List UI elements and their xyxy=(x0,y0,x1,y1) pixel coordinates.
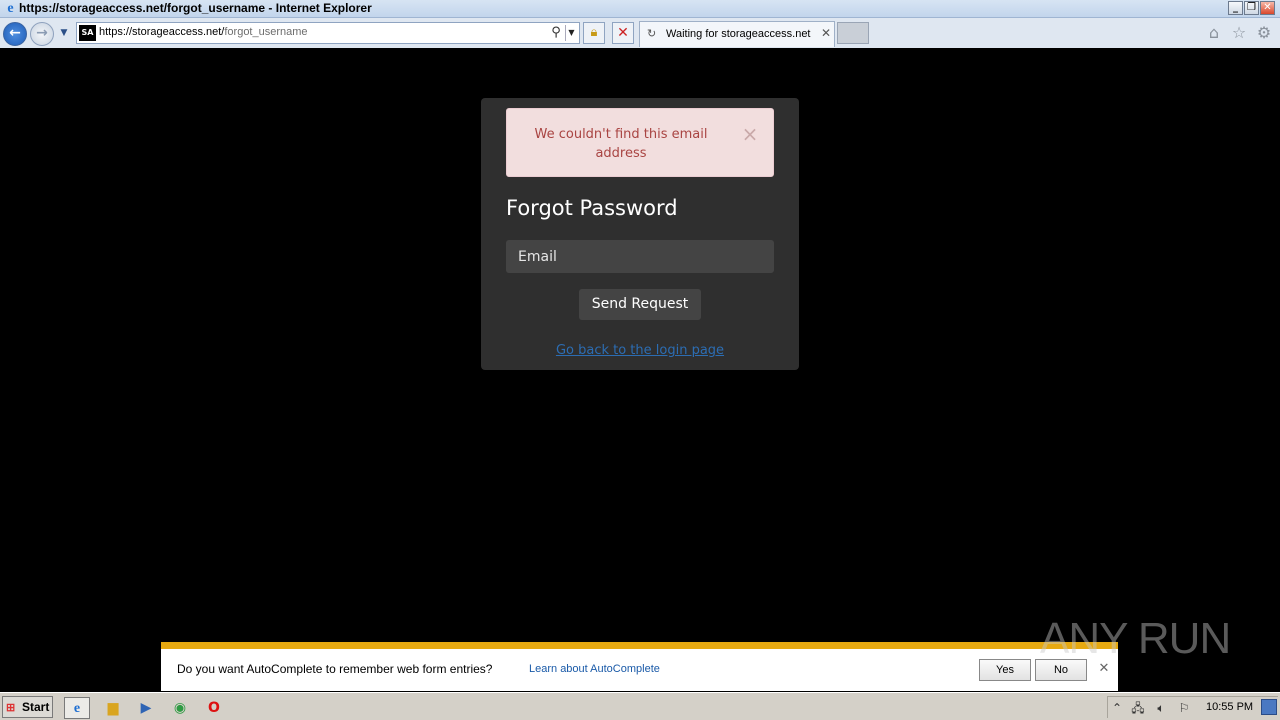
url-text[interactable]: https://storageaccess.net/forgot_usernam… xyxy=(99,26,308,38)
url-host: https://storageaccess.net/ xyxy=(99,26,225,38)
favorites-star-icon[interactable]: ☆ xyxy=(1230,24,1248,42)
taskbar-folder-icon[interactable]: ▆ xyxy=(100,697,126,719)
email-field[interactable] xyxy=(506,240,774,273)
window-title: https://storageaccess.net/forgot_usernam… xyxy=(19,1,372,15)
clock[interactable]: 10:55 PM xyxy=(1206,701,1253,713)
watermark-logo: ANY RUN xyxy=(1040,614,1231,663)
network-icon[interactable]: 🖧︎ xyxy=(1130,699,1146,717)
alert-message: We couldn't find this email address xyxy=(534,127,708,161)
url-path: forgot_username xyxy=(224,26,308,38)
system-tray: ⌃ 🖧︎ 🔈︎ ⚐ 10:55 PM xyxy=(1107,696,1278,718)
autocomplete-yes-button[interactable]: Yes xyxy=(979,659,1031,681)
taskbar-media-player-icon[interactable]: ▶ xyxy=(133,697,159,719)
show-desktop-button[interactable] xyxy=(1261,699,1277,715)
page-viewport: We couldn't find this email address × Fo… xyxy=(0,48,1280,690)
volume-icon[interactable]: 🔈︎ xyxy=(1153,699,1169,717)
window-titlebar: e https://storageaccess.net/forgot_usern… xyxy=(0,0,1280,18)
arrow-left-icon: ← xyxy=(9,25,21,41)
history-dropdown-button[interactable]: ▼ xyxy=(58,26,70,40)
home-icon[interactable]: ⌂ xyxy=(1205,24,1223,42)
start-button[interactable]: ⊞ Start xyxy=(2,696,53,718)
lock-icon: 🔒︎ xyxy=(590,25,598,40)
forgot-password-card: We couldn't find this email address × Fo… xyxy=(481,98,799,370)
anyrun-watermark: ANY RUN xyxy=(1040,608,1235,672)
taskbar-opera-icon[interactable]: O xyxy=(201,697,227,719)
close-icon: ✕ xyxy=(617,25,629,41)
maximize-button[interactable]: ❐ xyxy=(1244,1,1259,15)
forward-button[interactable]: → xyxy=(30,22,54,46)
back-button[interactable]: ← xyxy=(3,22,27,46)
send-request-button[interactable]: Send Request xyxy=(579,289,701,320)
learn-autocomplete-link[interactable]: Learn about AutoComplete xyxy=(529,663,660,675)
stop-button[interactable]: ✕ xyxy=(612,22,634,44)
taskbar: ⊞ Start e ▆ ▶ ◉ O ⌃ 🖧︎ 🔈︎ ⚐ 10:55 PM xyxy=(0,692,1280,720)
chevron-down-icon: ▼ xyxy=(60,28,68,38)
address-dropdown-button[interactable]: ▼ xyxy=(565,25,577,41)
tab-close-button[interactable]: ✕ xyxy=(820,26,832,40)
windows-logo-icon: ⊞ xyxy=(6,702,16,714)
back-to-login-link[interactable]: Go back to the login page xyxy=(481,343,799,358)
page-title: Forgot Password xyxy=(506,196,678,220)
search-icon[interactable]: ⚲ xyxy=(548,25,564,41)
gear-icon[interactable]: ⚙ xyxy=(1255,24,1273,42)
browser-navbar: ← → ▼ SA https://storageaccess.net/forgo… xyxy=(0,18,1280,48)
site-favicon: SA xyxy=(79,25,96,41)
address-bar[interactable]: SA https://storageaccess.net/forgot_user… xyxy=(76,22,580,44)
alert-close-button[interactable]: × xyxy=(741,123,759,145)
action-center-flag-icon[interactable]: ⚐ xyxy=(1176,699,1192,717)
taskbar-chrome-icon[interactable]: ◉ xyxy=(167,697,193,719)
loading-spinner-icon: ↻ xyxy=(647,27,657,40)
autocomplete-question: Do you want AutoComplete to remember web… xyxy=(177,662,493,676)
error-alert: We couldn't find this email address × xyxy=(506,108,774,177)
new-tab-button[interactable] xyxy=(837,22,869,44)
minimize-button[interactable]: _ xyxy=(1228,1,1243,15)
security-lock-button[interactable]: 🔒︎ xyxy=(583,22,605,44)
start-label: Start xyxy=(22,700,50,714)
close-window-button[interactable]: ✕ xyxy=(1260,1,1275,15)
internet-explorer-icon: e xyxy=(7,1,14,16)
arrow-right-icon: → xyxy=(36,25,48,41)
tray-expand-icon[interactable]: ⌃ xyxy=(1109,699,1125,717)
taskbar-internet-explorer-icon[interactable]: e xyxy=(64,697,90,719)
autocomplete-notification-bar: Do you want AutoComplete to remember web… xyxy=(161,642,1118,691)
tab-storageaccess[interactable]: ↻ Waiting for storageaccess.net ✕ xyxy=(639,21,835,47)
tab-title: Waiting for storageaccess.net xyxy=(666,28,811,40)
